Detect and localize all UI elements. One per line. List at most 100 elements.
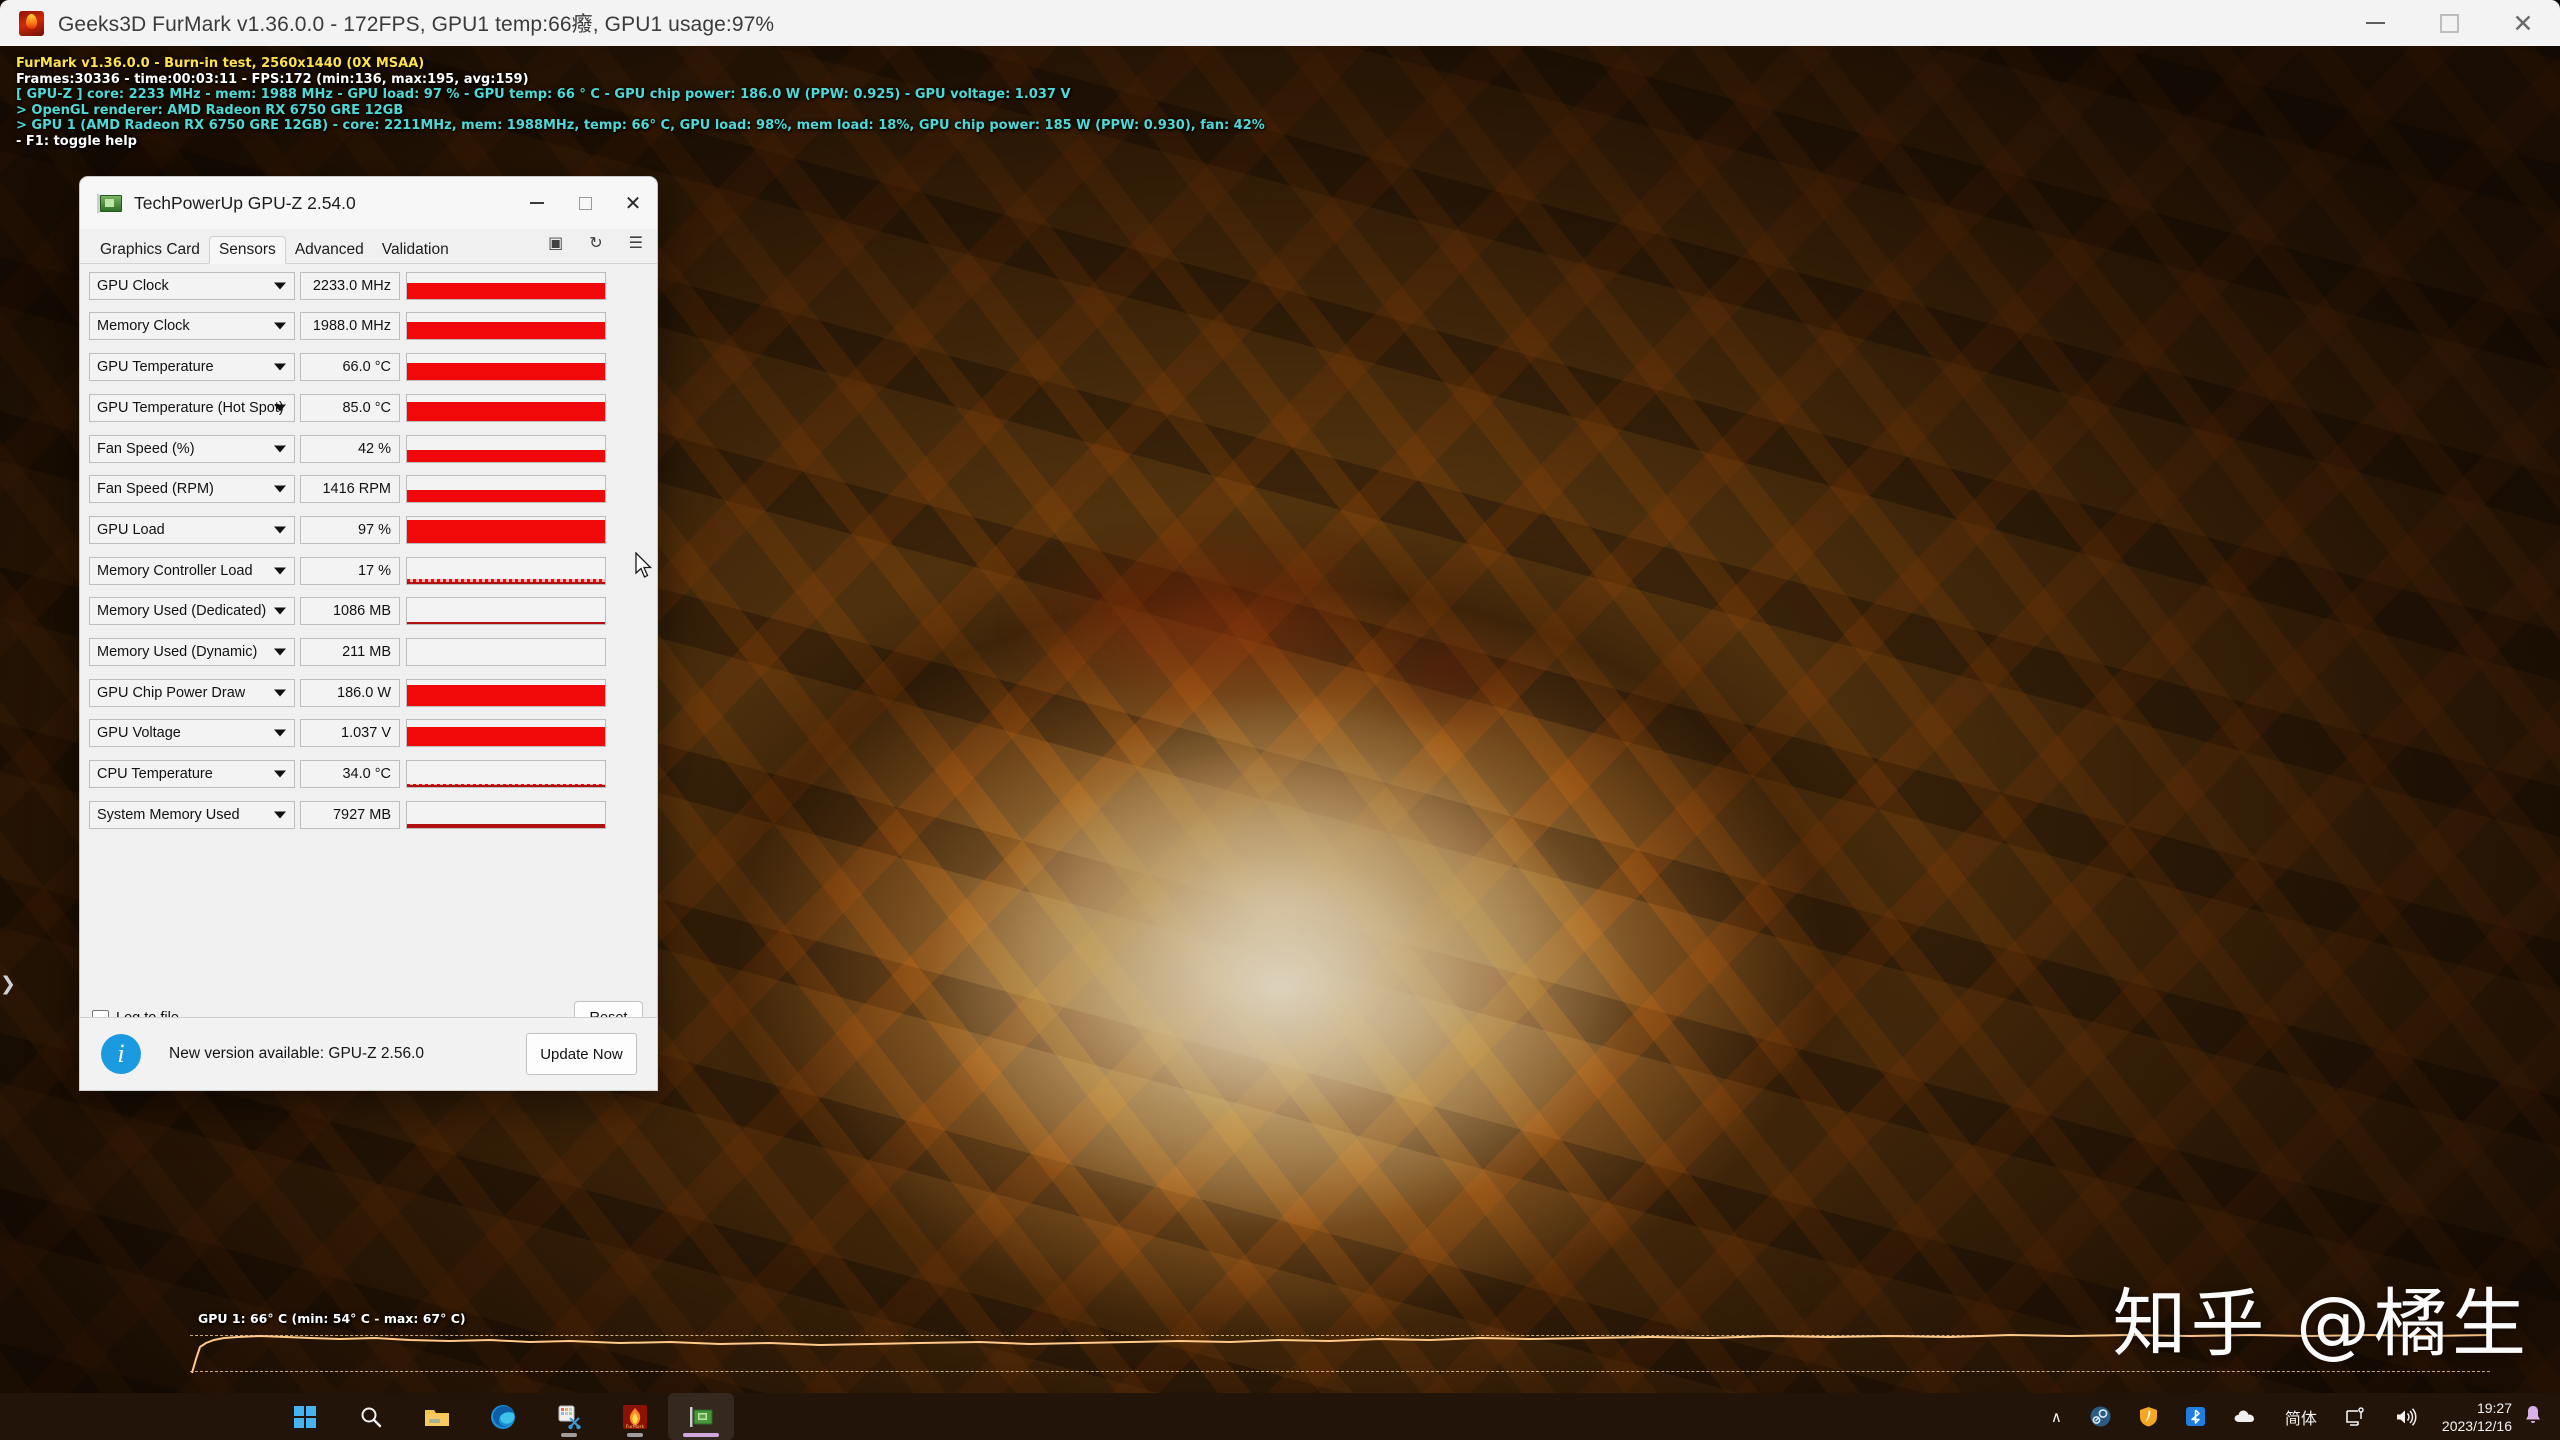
gpuz-toolbar-icons: ▣ ↻ ☰ [548,235,643,251]
hud-line-gpu1: > GPU 1 (AMD Radeon RX 6750 GRE 12GB) - … [16,118,1265,133]
furmark-titlebar: Geeks3D FurMark v1.36.0.0 - 172FPS, GPU1… [0,0,2560,46]
sensor-value: 85.0 °C [300,393,400,422]
network-tray-icon[interactable] [2331,1393,2381,1440]
sensor-value: 1988.0 MHz [300,312,400,341]
sensor-name-dropdown[interactable]: System Memory Used [89,800,295,829]
sensor-graph-fill [407,727,605,747]
gpuz-taskbar-button[interactable] [667,1393,734,1440]
sensor-value-label: 2233.0 MHz [312,277,391,294]
sensor-name-label: GPU Voltage [97,725,181,742]
sensor-graph [406,312,606,341]
furmark-minimize-button[interactable] [2338,0,2412,46]
camera-icon[interactable]: ▣ [548,235,563,251]
sensor-name-dropdown[interactable]: Memory Used (Dynamic) [89,637,295,666]
caret-down-icon [274,811,286,819]
tab-validation[interactable]: Validation [373,237,458,264]
furmark-icon: FurMark [622,1404,647,1430]
sensor-graph [406,678,606,707]
info-icon: i [101,1034,141,1074]
tab-sensors[interactable]: Sensors [208,235,286,264]
gpuz-maximize-button[interactable] [561,177,609,229]
sensor-name-dropdown[interactable]: GPU Temperature [89,353,295,382]
hud-line-help: - F1: toggle help [16,133,137,149]
taskbar-icons: FurMark [272,1393,734,1440]
search-button[interactable] [338,1393,404,1440]
caret-down-icon [274,607,286,615]
ime-label: 简体 [2284,1410,2317,1428]
caret-down-icon [274,729,286,737]
sensor-value-label: 186.0 W [337,684,391,701]
update-now-button[interactable]: Update Now [526,1033,637,1075]
gpuz-icon [689,1406,712,1427]
close-icon: ✕ [2512,8,2534,38]
chevron-up-icon: ∧ [2050,1408,2062,1426]
volume-tray-icon[interactable] [2381,1393,2432,1440]
ime-language-button[interactable]: 简体 [2271,1393,2331,1440]
sensor-graph [406,719,606,748]
furmark-taskbar-button[interactable]: FurMark [602,1393,668,1440]
tab-graphics-card[interactable]: Graphics Card [91,237,209,264]
sensor-name-dropdown[interactable]: GPU Temperature (Hot Spot) [89,393,295,422]
sensor-row: Fan Speed (RPM) 1416 RPM [89,474,648,504]
steam-tray-icon[interactable] [2076,1393,2125,1440]
furmark-maximize-button[interactable] [2412,0,2486,46]
sensor-row: GPU Temperature (Hot Spot) 85.0 °C [89,393,648,423]
menu-icon[interactable]: ☰ [629,235,643,251]
caret-down-icon [274,363,286,371]
bluetooth-tray-icon[interactable] [2172,1393,2219,1440]
caret-down-icon [274,445,286,452]
file-explorer-button[interactable] [404,1393,470,1440]
sensor-row: Memory Used (Dynamic) 211 MB [89,637,648,667]
sensor-value: 66.0 °C [300,353,400,382]
gpuz-sensors-list: GPU Clock 2233.0 MHz Memory Clock 1988.0 MH… [80,264,657,830]
onedrive-tray-icon[interactable] [2219,1393,2271,1440]
maximize-icon [2439,13,2459,33]
system-tray: ∧ 简体 19:27 2023/12/16 [2037,1393,2560,1440]
sensor-graph-baseline [407,581,605,584]
hud-line-version: FurMark v1.36.0.0 - Burn-in test, 2560x1… [16,56,425,71]
security-tray-icon[interactable] [2125,1393,2172,1440]
sensor-name-dropdown[interactable]: CPU Temperature [89,760,295,788]
sensor-name-dropdown[interactable]: GPU Voltage [89,719,295,748]
furmark-hud-overlay: FurMark v1.36.0.0 - Burn-in test, 2560x1… [16,56,1265,149]
sensor-graph-fill [407,622,605,625]
sensor-name-label: GPU Temperature [97,359,214,376]
sensor-graph-baseline [407,785,605,787]
folder-icon [424,1409,449,1426]
sensor-name-dropdown[interactable]: Fan Speed (%) [89,434,295,463]
refresh-icon[interactable]: ↻ [589,235,602,251]
sensor-graph-fill [407,321,605,340]
caret-down-icon [274,404,286,412]
zhihu-watermark: 知乎 @橘生 [2112,1281,2530,1367]
bluetooth-icon [2185,1407,2205,1426]
taskbar-clock[interactable]: 19:27 2023/12/16 [2432,1393,2524,1440]
sensor-name-dropdown[interactable]: GPU Load [89,515,295,544]
sensor-graph [406,353,606,382]
snipping-tool-button[interactable] [536,1393,602,1440]
sensor-name-dropdown[interactable]: Memory Used (Dedicated) [89,597,295,626]
gpuz-minimize-button[interactable] [513,177,561,229]
sensor-name-label: System Memory Used [97,806,240,823]
gpuz-titlebar: TechPowerUp GPU-Z 2.54.0 ✕ [80,177,657,229]
sensor-name-dropdown[interactable]: Fan Speed (RPM) [89,475,295,504]
sensor-name-label: CPU Temperature [97,766,213,782]
notification-bell-icon[interactable] [2524,1404,2546,1430]
gpuz-close-button[interactable]: ✕ [609,177,657,229]
furmark-close-button[interactable]: ✕ [2486,0,2560,46]
sensor-row: Memory Clock 1988.0 MHz [89,312,648,342]
search-icon [361,1407,381,1427]
sensor-value: 186.0 W [300,678,400,707]
sensor-name-dropdown[interactable]: GPU Chip Power Draw [89,678,295,707]
sensor-name-dropdown[interactable]: Memory Controller Load [89,556,295,585]
show-hidden-icons-button[interactable]: ∧ [2037,1393,2076,1440]
sensor-row: Fan Speed (%) 42 % [89,434,648,464]
mouse-cursor [635,552,653,578]
tab-advanced[interactable]: Advanced [286,237,373,264]
sensor-name-dropdown[interactable]: GPU Clock [89,271,295,300]
sensor-name-dropdown[interactable]: Memory Clock [89,312,295,341]
maximize-icon [578,196,592,210]
sensor-value: 34.0 °C [300,760,400,788]
sensor-row: GPU Chip Power Draw 186.0 W [89,678,648,708]
microsoft-edge-button[interactable] [470,1393,536,1440]
start-button[interactable] [272,1393,338,1440]
